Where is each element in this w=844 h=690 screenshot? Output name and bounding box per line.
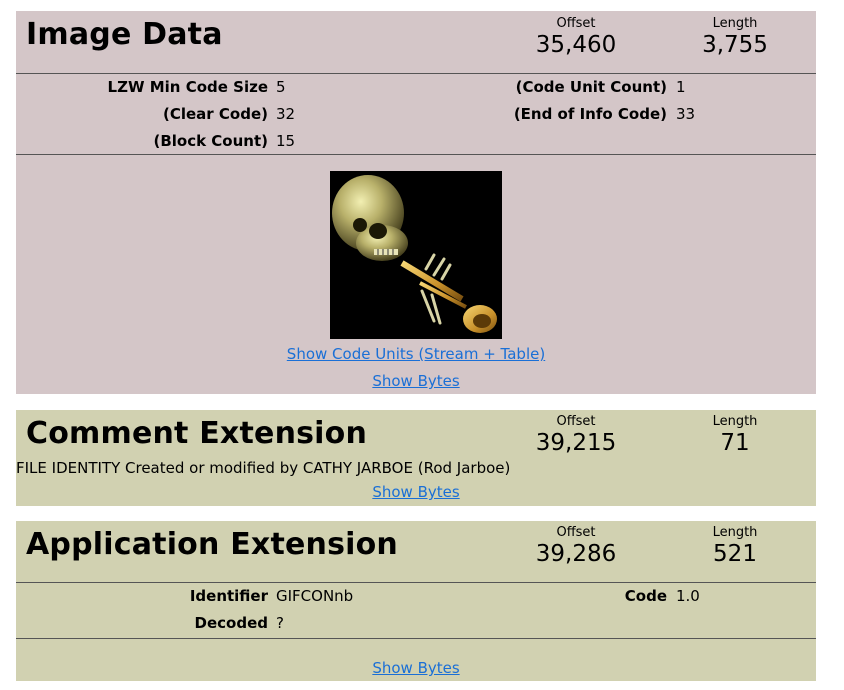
comment-offset-label: Offset [556, 414, 596, 429]
image-data-title: Image Data [26, 17, 223, 52]
app-length-label: Length [712, 525, 758, 540]
divider [16, 154, 816, 155]
show-bytes-link[interactable]: Show Bytes [16, 483, 816, 501]
image-data-length-label: Length [712, 16, 758, 31]
show-bytes-link[interactable]: Show Bytes [16, 372, 816, 390]
show-bytes-link[interactable]: Show Bytes [16, 659, 816, 677]
skull-trumpet-image [330, 171, 502, 339]
divider [16, 582, 816, 583]
image-data-offset-value: 35,460 [535, 32, 617, 58]
app-length-value: 521 [713, 541, 757, 567]
code-value: 1.0 [676, 587, 700, 605]
decoded-label: Decoded [194, 614, 268, 632]
comment-offset-value: 39,215 [535, 430, 617, 456]
comment-text: FILE IDENTITY Created or modified by CAT… [16, 459, 511, 477]
app-offset-label: Offset [556, 525, 596, 540]
code-unit-count-value: 1 [676, 78, 686, 96]
lzw-min-code-size-value: 5 [276, 78, 286, 96]
lzw-min-code-size-label: LZW Min Code Size [107, 78, 268, 96]
gif-preview-image [330, 171, 502, 339]
show-code-units-link[interactable]: Show Code Units (Stream + Table) [16, 345, 816, 363]
block-count-label: (Block Count) [153, 132, 268, 150]
clear-code-label: (Clear Code) [163, 105, 268, 123]
app-offset-value: 39,286 [535, 541, 617, 567]
comment-extension-section: Comment Extension Offset 39,215 Length 7… [16, 410, 816, 506]
end-of-info-code-label: (End of Info Code) [513, 105, 667, 123]
identifier-label: Identifier [189, 587, 268, 605]
image-data-length-value: 3,755 [702, 32, 768, 58]
code-label: Code [624, 587, 667, 605]
image-data-offset-label: Offset [556, 16, 596, 31]
block-count-value: 15 [276, 132, 296, 150]
application-extension-title: Application Extension [26, 527, 398, 562]
identifier-value: GIFCONnb [276, 587, 354, 605]
decoded-value: ? [276, 614, 284, 632]
clear-code-value: 32 [276, 105, 296, 123]
divider [16, 638, 816, 639]
end-of-info-code-value: 33 [676, 105, 696, 123]
application-extension-section: Application Extension Offset 39,286 Leng… [16, 521, 816, 681]
code-unit-count-label: (Code Unit Count) [515, 78, 667, 96]
comment-length-label: Length [712, 414, 758, 429]
comment-extension-title: Comment Extension [26, 416, 368, 451]
comment-length-value: 71 [720, 430, 750, 456]
divider [16, 73, 816, 74]
image-data-section: Image Data Offset 35,460 Length 3,755 LZ… [16, 11, 816, 394]
